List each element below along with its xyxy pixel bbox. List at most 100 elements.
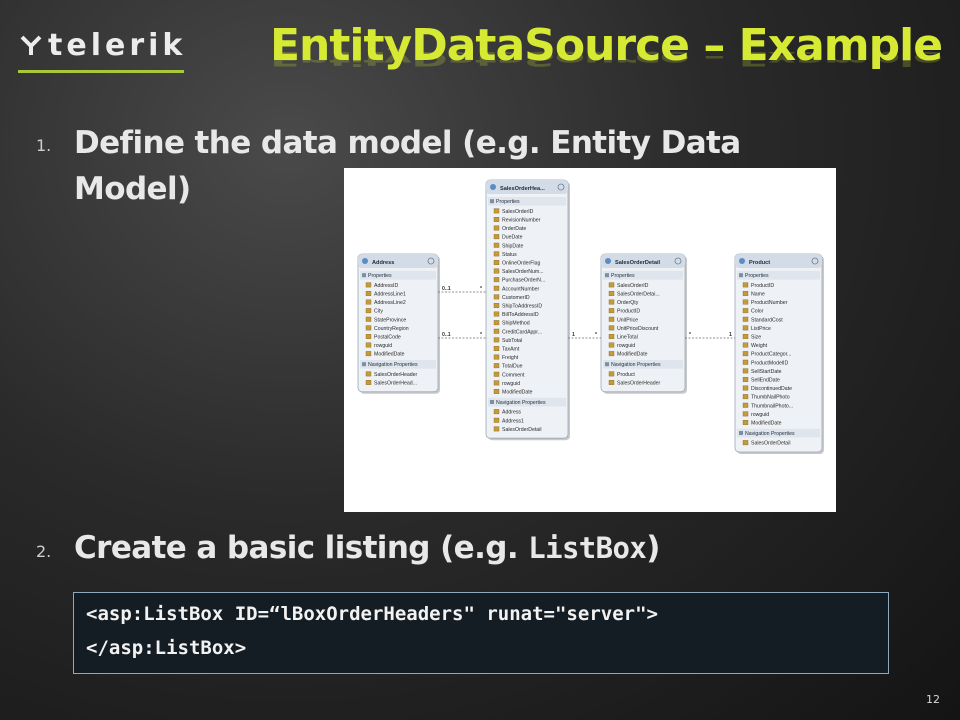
multiplicity-label: * [480, 332, 483, 338]
code-block: <asp:ListBox ID=“lBoxOrderHeaders" runat… [73, 592, 889, 674]
section-label: Properties [611, 273, 635, 279]
entity-name: Address [372, 260, 394, 266]
property-name: City [374, 309, 383, 315]
section-toggle-icon [490, 400, 494, 404]
property-icon [608, 316, 615, 322]
property-name: AddressID [374, 283, 398, 289]
list-item-text-after: ) [646, 530, 660, 566]
property-icon [742, 376, 749, 382]
property-name: rowguid [617, 343, 635, 349]
property-icon [608, 371, 615, 377]
section-toggle-icon [362, 273, 366, 278]
property-name: ModifiedDate [502, 390, 533, 396]
property-icon [365, 333, 372, 339]
entity-box: Product Properties ProductID Name ProductNum… [734, 253, 824, 454]
property-name: ProductID [617, 309, 640, 315]
property-icon [742, 316, 749, 322]
property-icon [365, 379, 372, 385]
multiplicity-label: 1 [729, 332, 732, 338]
property-name: SalesOrderHeader [617, 381, 661, 387]
property-name: SubTotal [502, 338, 522, 344]
property-name: ModifiedDate [617, 352, 648, 358]
property-name: TaxAmt [502, 347, 520, 353]
property-icon [742, 299, 749, 305]
section-toggle-icon [605, 362, 609, 367]
property-icon [608, 299, 615, 305]
property-name: CountryRegion [374, 326, 409, 332]
property-icon [493, 311, 500, 317]
property-name: DiscontinuedDate [751, 386, 792, 392]
property-name: Comment [502, 372, 525, 378]
property-icon [742, 419, 749, 425]
property-name: SalesOrderHeader [374, 372, 418, 378]
property-icon [365, 290, 372, 296]
page-number: 12 [926, 693, 940, 706]
property-icon [742, 394, 749, 400]
property-name: UnitPrice [617, 317, 638, 323]
property-icon [608, 351, 615, 357]
property-name: DueDate [502, 235, 523, 241]
property-icon [742, 411, 749, 417]
multiplicity-label: 0..1 [442, 286, 451, 292]
entity-data-model-diagram: Address Properties AddressID AddressLine1 Ad… [344, 168, 836, 512]
list-item-code-term: ListBox [528, 531, 647, 565]
property-icon [493, 417, 500, 423]
property-name: Product [617, 372, 635, 378]
slide-title: EntityDataSource – Example [270, 20, 943, 71]
multiplicity-label: * [595, 332, 598, 338]
property-icon [742, 325, 749, 331]
property-name: SalesOrderDetail [502, 427, 542, 433]
property-icon [365, 299, 372, 305]
property-name: SalesOrderNum... [502, 269, 544, 275]
section-toggle-icon [605, 273, 609, 278]
property-icon [742, 308, 749, 314]
section-label: Navigation Properties [745, 431, 795, 437]
property-name: rowguid [374, 343, 392, 349]
property-icon [493, 277, 500, 283]
entity-icon [362, 258, 368, 264]
property-name: ShipToAddressID [502, 304, 542, 310]
property-name: ThumbNailPhoto [751, 395, 790, 401]
property-icon [493, 328, 500, 334]
property-icon [493, 302, 500, 308]
entity-icon [490, 184, 496, 190]
property-icon [493, 388, 500, 394]
property-name: Name [751, 292, 765, 298]
property-icon [365, 325, 372, 331]
property-name: RevisionNumber [502, 218, 541, 224]
property-name: SalesOrderID [502, 209, 534, 215]
property-icon [742, 342, 749, 348]
property-icon [493, 268, 500, 274]
property-icon [365, 282, 372, 288]
property-name: SellEndDate [751, 378, 780, 384]
property-name: OrderDate [502, 226, 526, 232]
property-name: Color [751, 309, 764, 315]
property-icon [493, 294, 500, 300]
property-icon [493, 225, 500, 231]
property-icon [493, 409, 500, 415]
logo-text: telerik [48, 28, 187, 63]
section-toggle-icon [362, 362, 366, 367]
property-name: Freight [502, 355, 519, 361]
property-icon [608, 282, 615, 288]
property-name: Weight [751, 343, 768, 349]
property-name: CustomerID [502, 295, 530, 301]
property-icon [493, 234, 500, 240]
property-icon [493, 285, 500, 291]
property-name: ProductID [751, 283, 774, 289]
property-icon [493, 363, 500, 369]
property-name: rowguid [751, 412, 769, 418]
entity-name: SalesOrderHea... [500, 186, 545, 192]
property-icon [493, 251, 500, 257]
entity-header [358, 254, 438, 268]
property-name: OnlineOrderFlag [502, 261, 540, 267]
property-icon [742, 290, 749, 296]
section-toggle-icon [739, 431, 743, 435]
entity-name: Product [749, 260, 770, 266]
property-name: OrderQty [617, 300, 639, 306]
section-label: Navigation Properties [496, 400, 546, 406]
property-icon [608, 333, 615, 339]
property-name: SalesOrderDetai... [617, 292, 660, 298]
list-item-text: Create a basic listing (e.g. ListBox) [74, 526, 660, 570]
multiplicity-label: * [689, 332, 692, 338]
